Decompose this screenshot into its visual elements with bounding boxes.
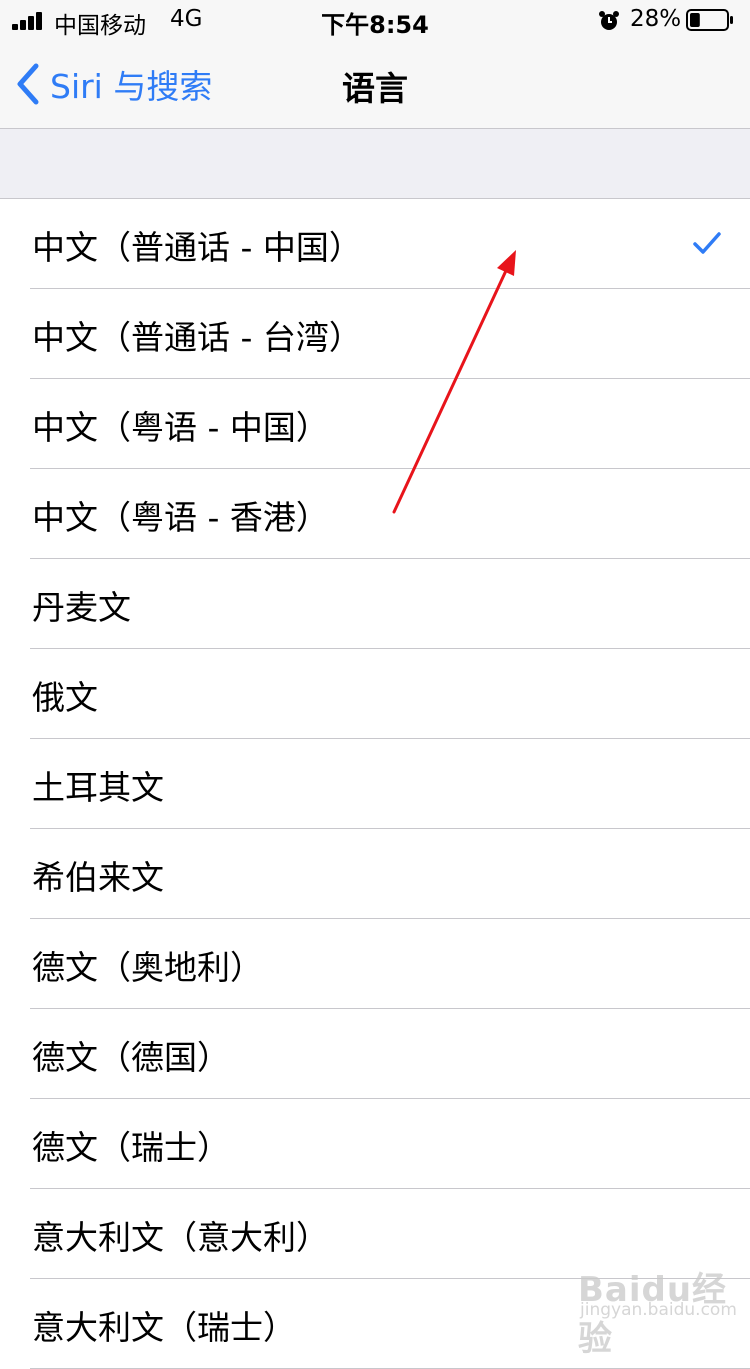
- language-option-label: 德文（德国）: [32, 1038, 230, 1077]
- language-option-label: 意大利文（瑞士）: [32, 1308, 296, 1347]
- section-header-spacer: [0, 129, 750, 199]
- top-bar: 中国移动 4G 下午8:54 28% Siri 与搜索 语言: [0, 0, 750, 129]
- page-title: 语言: [342, 69, 408, 108]
- watermark-url: jingyan.baidu.com: [580, 1300, 737, 1320]
- language-option[interactable]: 德文（德国）: [0, 1009, 750, 1099]
- language-option-label: 中文（普通话 - 中国）: [32, 228, 362, 267]
- language-option[interactable]: 德文（瑞士）: [0, 1099, 750, 1189]
- language-option[interactable]: 丹麦文: [0, 559, 750, 649]
- checkmark-icon: [693, 232, 721, 254]
- battery-percent: 28%: [630, 6, 682, 32]
- language-option-label: 希伯来文: [32, 858, 164, 897]
- language-option-label: 土耳其文: [32, 768, 164, 807]
- battery-icon: [686, 9, 733, 31]
- language-option-label: 俄文: [32, 678, 98, 717]
- language-option-label: 中文（普通话 - 台湾）: [32, 318, 362, 357]
- language-option[interactable]: 中文（粤语 - 香港）: [0, 469, 750, 559]
- alarm-clock-icon: [599, 11, 619, 30]
- language-option[interactable]: 希伯来文: [0, 829, 750, 919]
- language-option[interactable]: 中文（普通话 - 中国）: [0, 199, 750, 289]
- language-option-label: 德文（奥地利）: [32, 948, 263, 987]
- status-bar: 中国移动 4G 下午8:54 28%: [0, 0, 750, 40]
- language-option-label: 德文（瑞士）: [32, 1128, 230, 1167]
- navigation-bar: Siri 与搜索 语言: [0, 40, 750, 128]
- language-option[interactable]: 德文（奥地利）: [0, 919, 750, 1009]
- language-option[interactable]: 中文（粤语 - 中国）: [0, 379, 750, 469]
- language-option-label: 中文（粤语 - 中国）: [32, 408, 329, 447]
- language-option[interactable]: 土耳其文: [0, 739, 750, 829]
- language-option-label: 中文（粤语 - 香港）: [32, 498, 329, 537]
- language-option[interactable]: 俄文: [0, 649, 750, 739]
- language-option-label: 意大利文（意大利）: [32, 1218, 329, 1257]
- language-option[interactable]: 中文（普通话 - 台湾）: [0, 289, 750, 379]
- language-option-label: 丹麦文: [32, 588, 131, 627]
- language-list: 中文（普通话 - 中国） 中文（普通话 - 台湾） 中文（粤语 - 中国） 中文（粤语…: [0, 199, 750, 1369]
